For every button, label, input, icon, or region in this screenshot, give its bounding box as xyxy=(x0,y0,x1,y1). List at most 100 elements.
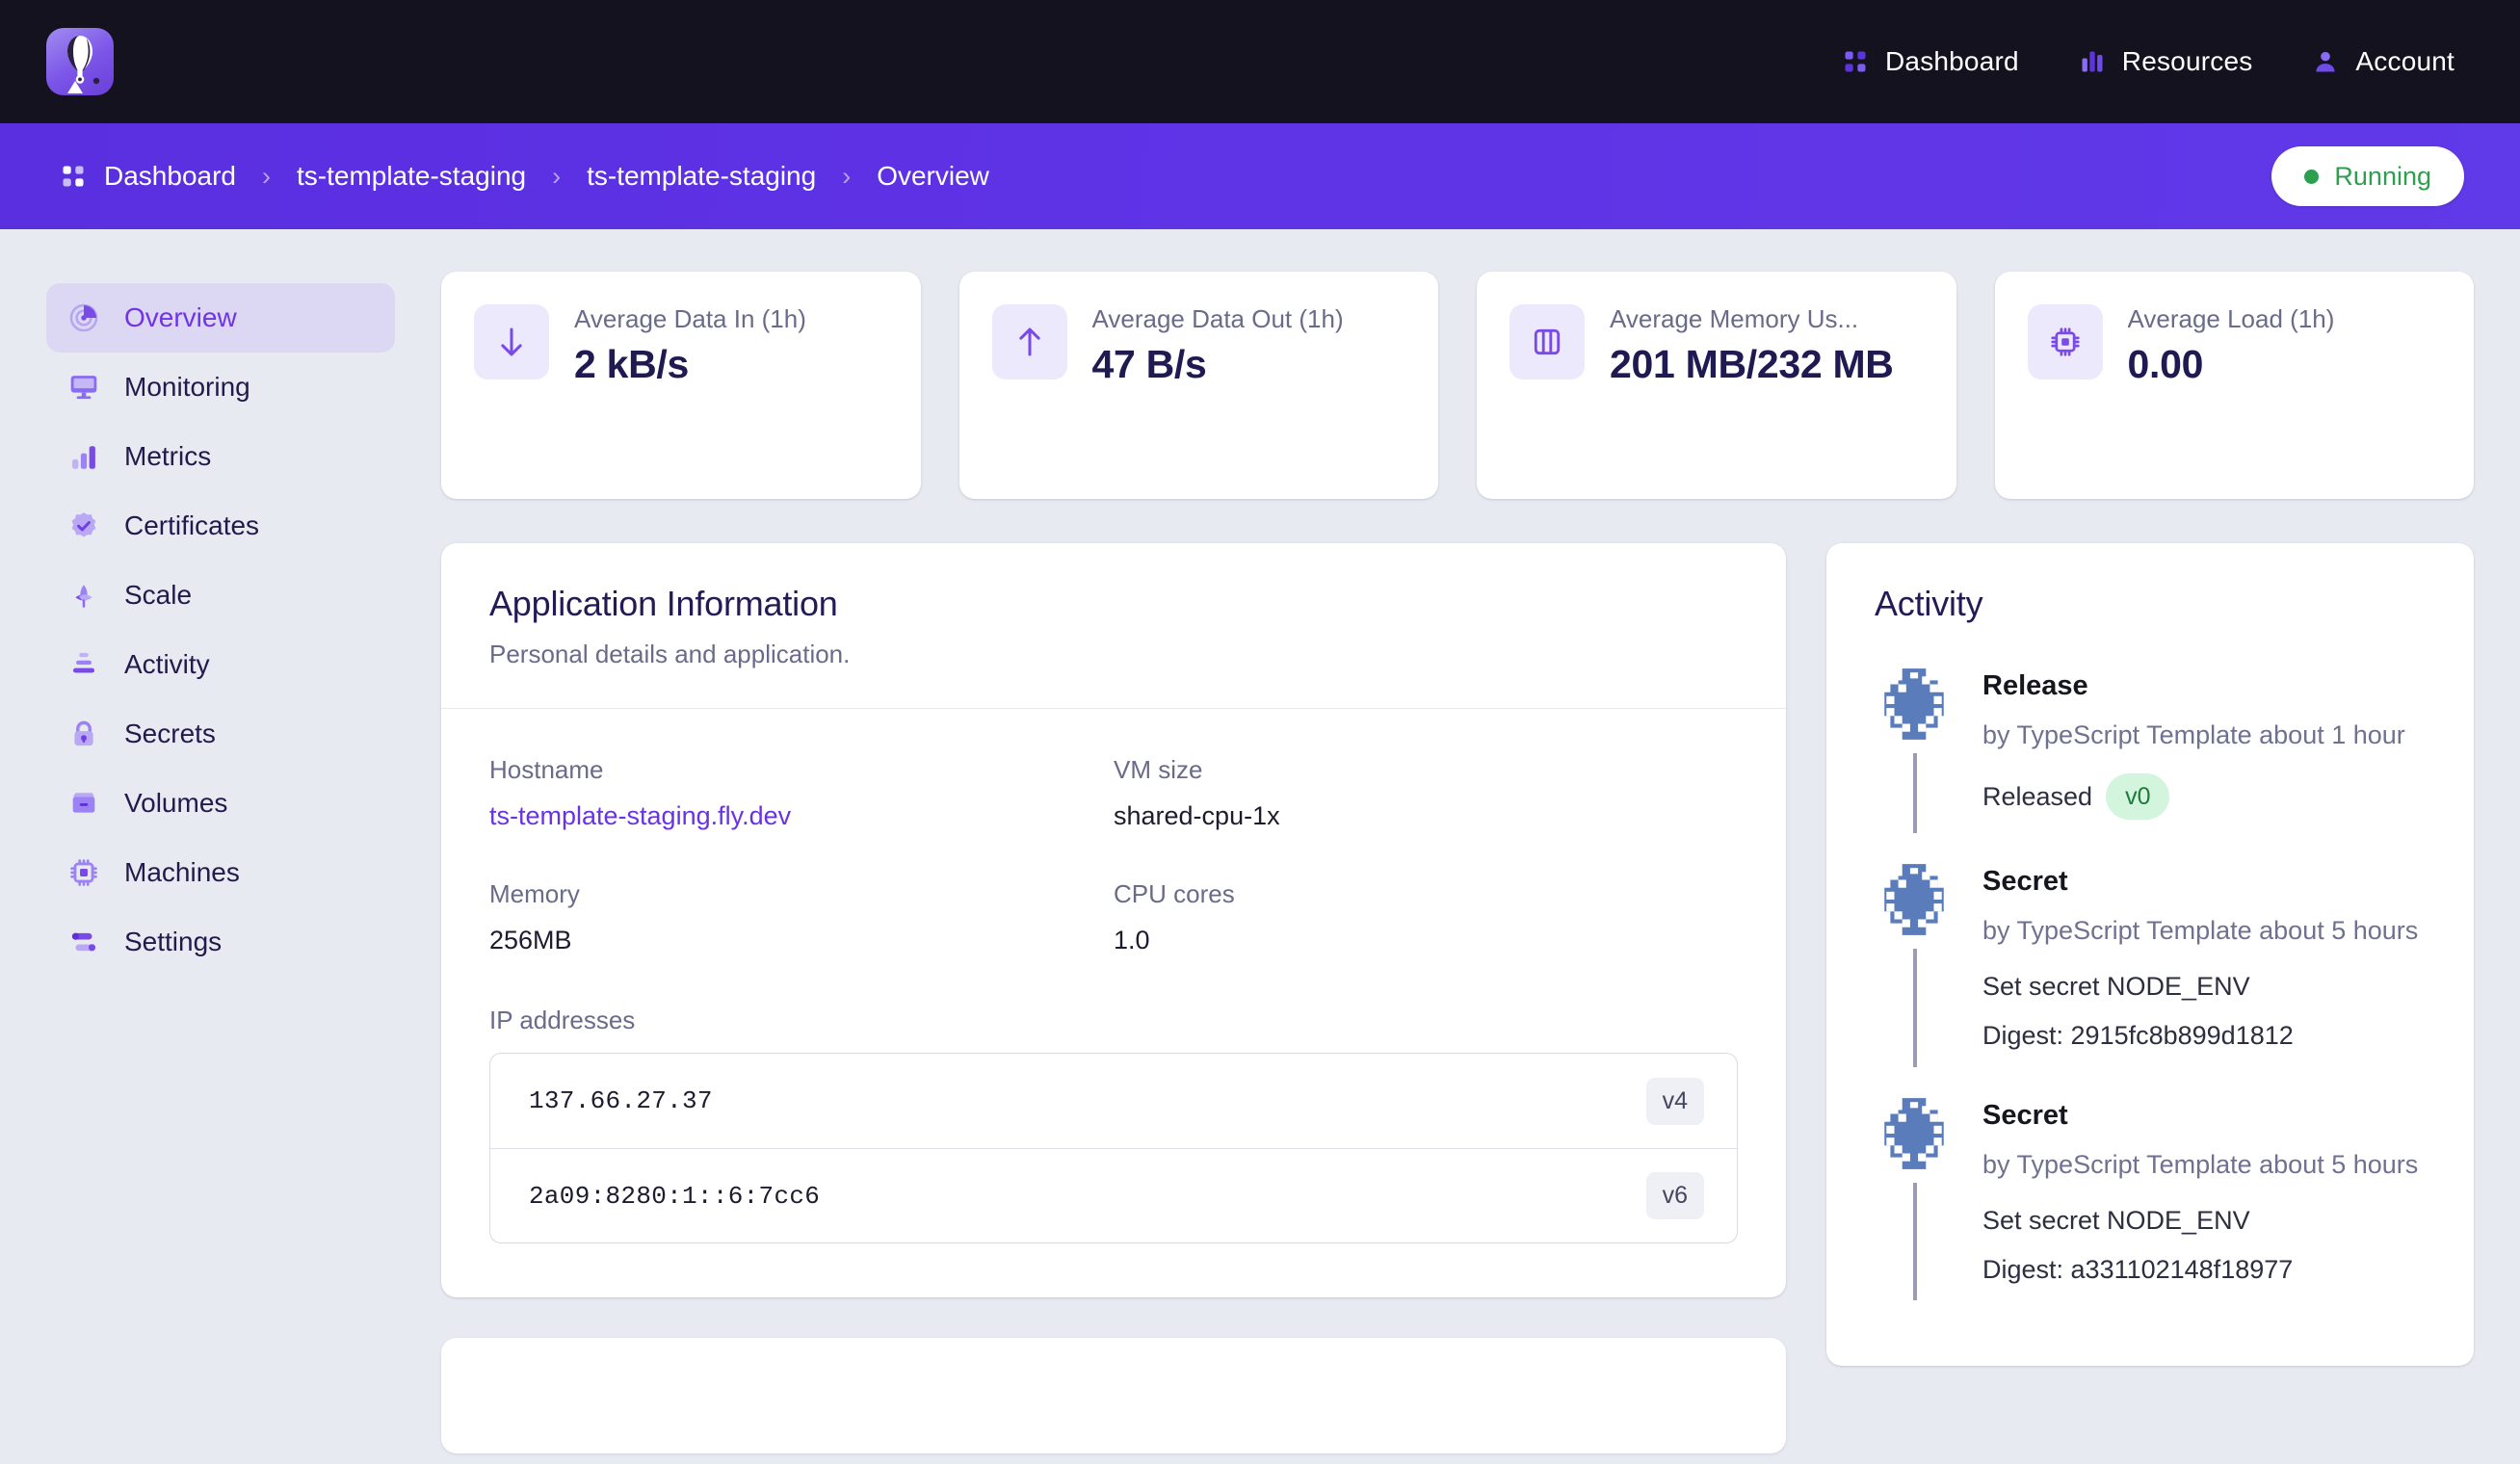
application-information-subtitle: Personal details and application. xyxy=(489,640,851,668)
field-memory: Memory 256MB xyxy=(489,879,1114,955)
sidebar-item-volumes[interactable]: Volumes xyxy=(46,769,395,838)
sidebar-item-certificates-label: Certificates xyxy=(124,510,260,540)
stack-icon xyxy=(72,652,95,673)
memory-icon xyxy=(1509,304,1585,379)
sidebar-item-volumes-label: Volumes xyxy=(124,788,228,818)
sliders-icon xyxy=(71,932,96,952)
avatar xyxy=(1875,665,1954,744)
sprout-icon xyxy=(75,585,92,608)
list-item[interactable]: Release by TypeScript Template about 1 h… xyxy=(1875,665,2426,860)
field-vm-size-value: shared-cpu-1x xyxy=(1114,801,1280,830)
nav-link-account[interactable]: Account xyxy=(2312,46,2454,77)
avatar xyxy=(1875,1093,1954,1173)
stat-card-data-out: Average Data Out (1h) 47 B/s xyxy=(958,272,1438,499)
sidebar-item-metrics[interactable]: Metrics xyxy=(46,422,395,491)
sidebar-item-scale[interactable]: Scale xyxy=(46,561,395,630)
sidebar-item-certificates[interactable]: Certificates xyxy=(46,491,395,561)
field-hostname-value[interactable]: ts-template-staging.fly.dev xyxy=(489,801,1114,831)
breadcrumb-item-dashboard[interactable]: Dashboard xyxy=(60,161,236,192)
breadcrumb-item-overview[interactable]: Overview xyxy=(877,161,989,192)
stat-card-memory-value: 201 MB/232 MB xyxy=(1610,342,1894,387)
stat-cards-row: Average Data In (1h) 2 kB/s Average Data… xyxy=(441,272,2474,499)
ip-addresses-list: 137.66.27.37 v4 2a09:8280:1::6:7cc6 v6 xyxy=(489,1053,1738,1243)
activity-digest: Digest: 2915fc8b899d1812 xyxy=(1982,1021,2294,1051)
sidebar-item-machines-label: Machines xyxy=(124,857,240,887)
lock-icon xyxy=(74,720,93,746)
activity-kind: Secret xyxy=(1982,866,2068,898)
activity-panel: Activity Release by TypeScript Template … xyxy=(1826,543,2474,1367)
application-fields: Hostname ts-template-staging.fly.dev VM … xyxy=(489,755,1738,955)
sidebar-item-settings[interactable]: Settings xyxy=(46,907,395,977)
list-item[interactable]: 137.66.27.37 v4 xyxy=(490,1054,1737,1148)
sidebar-item-monitoring-label: Monitoring xyxy=(124,372,250,402)
pie-chart-icon xyxy=(69,303,98,332)
stat-card-load-value: 0.00 xyxy=(2127,342,2204,387)
badge-check-icon xyxy=(71,512,96,537)
ip-addresses-block: IP addresses 137.66.27.37 v4 2a09:8280:1… xyxy=(489,1006,1738,1243)
sidebar-item-overview-label: Overview xyxy=(124,302,237,332)
sidebar-item-secrets-label: Secrets xyxy=(124,719,216,748)
field-memory-value: 256MB xyxy=(489,926,572,954)
ip-addresses-label: IP addresses xyxy=(489,1006,636,1034)
next-panel-partial xyxy=(441,1338,1786,1453)
sidebar-item-monitoring[interactable]: Monitoring xyxy=(46,353,395,422)
bar-chart-icon xyxy=(2082,51,2103,72)
sidebar-item-secrets[interactable]: Secrets xyxy=(46,699,395,769)
sidebar-item-activity[interactable]: Activity xyxy=(46,630,395,699)
breadcrumb-label-dashboard: Dashboard xyxy=(104,161,236,191)
bar-chart-icon xyxy=(72,446,95,469)
breadcrumb-item-org[interactable]: ts-template-staging xyxy=(297,161,526,192)
field-vm-size-label: VM size xyxy=(1114,755,1203,784)
stat-card-data-in-label: Average Data In (1h) xyxy=(574,304,806,333)
nav-link-dashboard[interactable]: Dashboard xyxy=(1842,46,2019,77)
field-cpu-cores: CPU cores 1.0 xyxy=(1114,879,1738,955)
breadcrumb-item-app[interactable]: ts-template-staging xyxy=(587,161,816,192)
breadcrumb-separator: › xyxy=(842,161,852,191)
field-cpu-cores-label: CPU cores xyxy=(1114,879,1235,908)
field-cpu-cores-value: 1.0 xyxy=(1114,926,1150,954)
activity-digest: Digest: a331102148f18977 xyxy=(1982,1254,2294,1284)
arrow-down-icon xyxy=(474,304,549,379)
activity-detail: Released xyxy=(1982,781,2093,811)
balloon-glyph xyxy=(67,36,100,93)
timeline-connector xyxy=(1913,753,1917,834)
nav-link-resources-label: Resources xyxy=(2121,46,2253,76)
main-content: Average Data In (1h) 2 kB/s Average Data… xyxy=(441,229,2520,1464)
activity-meta: by TypeScript Template about 1 hour xyxy=(1982,720,2405,749)
ip-address-value: 137.66.27.37 xyxy=(529,1086,713,1115)
status-badge[interactable]: Running xyxy=(2271,146,2464,206)
list-item[interactable]: Secret by TypeScript Template about 5 ho… xyxy=(1875,1093,2426,1328)
grid-icon xyxy=(1845,51,1866,72)
fly-balloon-logo[interactable] xyxy=(46,28,114,95)
cpu-icon xyxy=(70,859,97,886)
activity-column: Activity Release by TypeScript Template … xyxy=(1826,543,2474,1367)
list-item[interactable]: Secret by TypeScript Template about 5 ho… xyxy=(1875,860,2426,1094)
activity-list: Release by TypeScript Template about 1 h… xyxy=(1826,634,2474,1366)
stat-card-data-in-value: 2 kB/s xyxy=(574,342,689,387)
nav-link-account-label: Account xyxy=(2355,46,2454,76)
identicon-icon xyxy=(1875,1093,1954,1173)
sidebar: Overview Monitoring Metrics Certificates… xyxy=(0,229,441,1464)
breadcrumb-separator: › xyxy=(552,161,562,191)
monitor-icon xyxy=(70,376,97,400)
breadcrumb-bar: Dashboard › ts-template-staging › ts-tem… xyxy=(0,123,2520,229)
top-nav-links: Dashboard Resources Account xyxy=(1842,46,2454,77)
activity-kind: Secret xyxy=(1982,1099,2068,1131)
activity-detail: Set secret NODE_ENV xyxy=(1982,1205,2250,1235)
sidebar-item-activity-label: Activity xyxy=(124,649,210,679)
timeline-connector xyxy=(1913,1182,1917,1301)
sidebar-item-overview[interactable]: Overview xyxy=(46,283,395,353)
nav-link-resources[interactable]: Resources xyxy=(2079,46,2253,77)
stat-card-load-label: Average Load (1h) xyxy=(2127,304,2335,333)
activity-panel-title: Activity xyxy=(1875,584,1983,623)
list-item[interactable]: 2a09:8280:1::6:7cc6 v6 xyxy=(490,1148,1737,1242)
activity-detail: Set secret NODE_ENV xyxy=(1982,972,2250,1002)
activity-kind: Release xyxy=(1982,670,2088,701)
sidebar-item-machines[interactable]: Machines xyxy=(46,838,395,907)
breadcrumb-separator: › xyxy=(261,161,271,191)
grid-icon xyxy=(63,166,84,187)
sidebar-item-scale-label: Scale xyxy=(124,580,193,610)
top-navigation-bar: Dashboard Resources Account xyxy=(0,0,2520,123)
stat-card-data-out-label: Average Data Out (1h) xyxy=(1091,304,1344,333)
ip-address-value: 2a09:8280:1::6:7cc6 xyxy=(529,1181,821,1211)
